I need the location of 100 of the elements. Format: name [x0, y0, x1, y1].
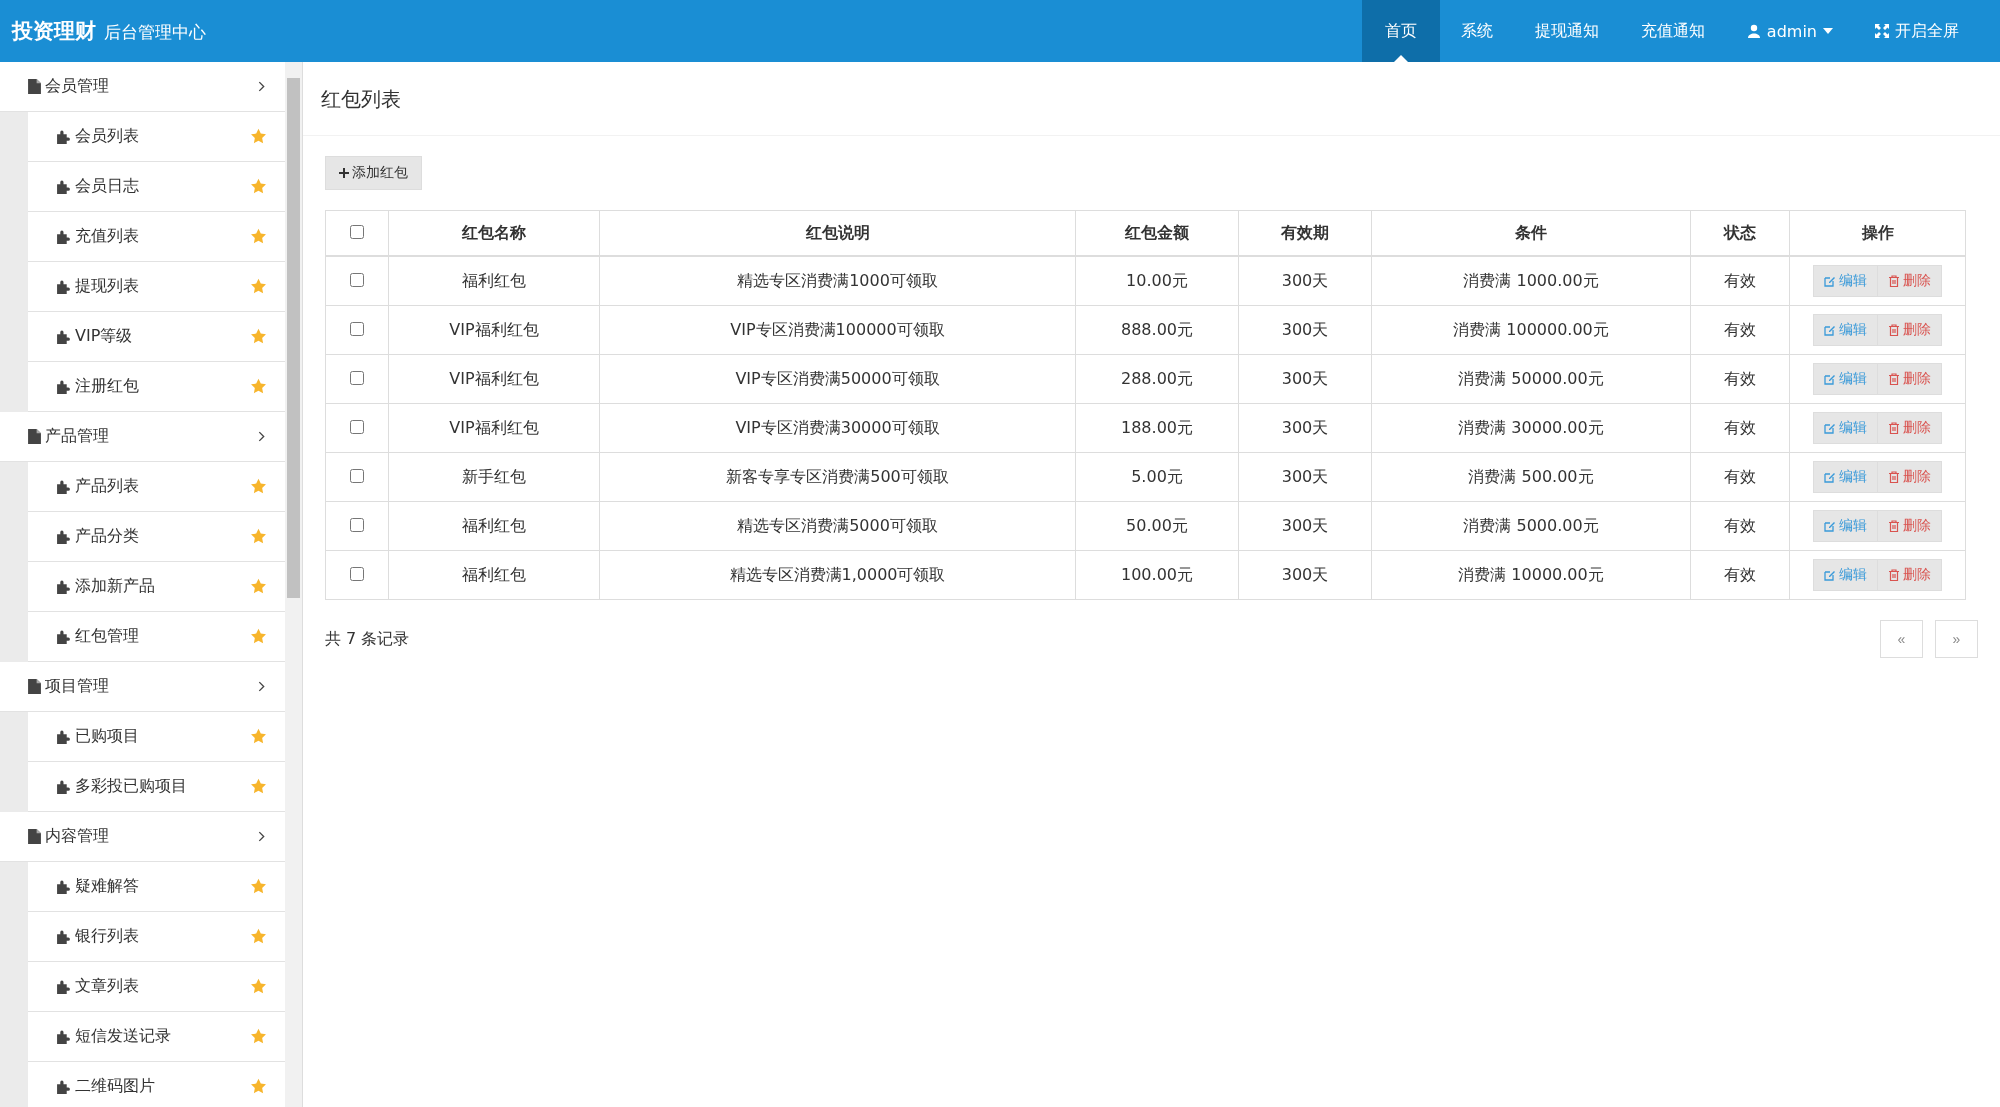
row-checkbox[interactable] [350, 566, 364, 581]
table-cell: 有效 [1724, 319, 1756, 339]
table-cell: 消费满 500.00元 [1468, 466, 1594, 486]
table-cell: 有效 [1724, 368, 1756, 388]
chevron-icon [258, 681, 265, 692]
trash-icon [1888, 422, 1900, 434]
sidebar-group[interactable]: 产品管理 [0, 412, 285, 462]
sidebar-group[interactable]: 项目管理 [0, 662, 285, 712]
table-cell: 300天 [1281, 466, 1329, 486]
row-checkbox[interactable] [350, 517, 364, 532]
sidebar-item[interactable]: 添加新产品 [28, 562, 285, 612]
user-menu[interactable]: admin [1725, 0, 1854, 62]
sidebar-item[interactable]: 充值列表 [28, 212, 285, 262]
sidebar-item[interactable]: VIP等级 [28, 312, 285, 362]
file-icon [28, 829, 41, 844]
puzzle-icon [56, 979, 71, 994]
row-checkbox[interactable] [350, 419, 364, 434]
nav-link[interactable]: 首页 [1361, 0, 1440, 62]
sidebar-group[interactable]: 会员管理 [0, 62, 285, 112]
star-icon [250, 628, 267, 645]
sidebar-item[interactable]: 已购项目 [28, 712, 285, 762]
edit-icon [1824, 275, 1836, 287]
user-icon [1746, 24, 1761, 38]
table-cell: 新手红包 [462, 466, 526, 486]
puzzle-icon [56, 479, 71, 494]
column-header[interactable]: 状态 [1724, 222, 1756, 242]
sidebar-group[interactable]: 内容管理 [0, 812, 285, 862]
table-cell: 消费满 5000.00元 [1463, 515, 1599, 535]
table-cell: VIP专区消费满100000可领取 [730, 319, 945, 339]
sidebar-item[interactable]: 提现列表 [28, 262, 285, 312]
nav-link[interactable]: 系统 [1439, 0, 1514, 62]
table-cell: 300天 [1281, 417, 1329, 437]
column-header[interactable]: 有效期 [1281, 222, 1329, 242]
puzzle-icon [56, 729, 71, 744]
sidebar-item[interactable]: 文章列表 [28, 962, 285, 1012]
sidebar-item[interactable]: 疑难解答 [28, 862, 285, 912]
star-icon [250, 728, 267, 745]
column-header[interactable]: 红包金额 [1125, 222, 1189, 242]
subtitle: 后台管理中心 [104, 21, 206, 44]
table-cell: VIP专区消费满30000可领取 [735, 417, 940, 437]
star-icon [250, 378, 267, 395]
table-cell: 888.00元 [1121, 319, 1193, 339]
next-page-button[interactable]: » [1935, 620, 1978, 658]
sidebar-item[interactable]: 会员日志 [28, 162, 285, 212]
previous-page-button[interactable]: « [1880, 620, 1923, 658]
trash-icon [1888, 324, 1900, 336]
star-icon [250, 228, 267, 245]
star-icon [250, 878, 267, 895]
sidebar-item[interactable]: 红包管理 [28, 612, 285, 662]
puzzle-icon [56, 529, 71, 544]
table-cell: VIP福利红包 [449, 417, 539, 437]
star-icon [250, 128, 267, 145]
table-cell: 有效 [1724, 515, 1756, 535]
table-cell: 188.00元 [1121, 417, 1193, 437]
puzzle-icon [56, 279, 71, 294]
star-icon [250, 778, 267, 795]
table-cell: 福利红包 [462, 564, 526, 584]
sidebar-item[interactable]: 注册红包 [28, 362, 285, 412]
chevron-icon [258, 81, 265, 92]
sidebar-item[interactable]: 银行列表 [28, 912, 285, 962]
table-cell: 消费满 30000.00元 [1458, 417, 1604, 437]
table-cell: 300天 [1281, 270, 1329, 290]
column-header[interactable]: 红包说明 [805, 222, 870, 242]
table-cell: 300天 [1281, 319, 1329, 339]
column-header[interactable]: 红包名称 [462, 222, 526, 242]
nav-link[interactable]: 充值通知 [1619, 0, 1726, 62]
nav-link[interactable]: 提现通知 [1513, 0, 1620, 62]
expand-icon [1875, 24, 1889, 38]
sidebar-item[interactable]: 会员列表 [28, 112, 285, 162]
logo-text: 投资理财 [12, 18, 96, 45]
table-cell: VIP专区消费满50000可领取 [735, 368, 940, 388]
sidebar-item[interactable]: 产品分类 [28, 512, 285, 562]
chevron-icon [258, 831, 265, 842]
sidebar-item[interactable]: 二维码图片 [28, 1062, 285, 1107]
row-checkbox[interactable] [350, 468, 364, 483]
table-cell: 有效 [1724, 270, 1756, 290]
row-checkbox[interactable] [350, 321, 364, 336]
trash-icon [1888, 471, 1900, 483]
record-count: 共 7 条记录 [325, 628, 410, 650]
sidebar-item[interactable]: 产品列表 [28, 462, 285, 512]
star-icon [250, 578, 267, 595]
add-button[interactable]: 添加红包 [325, 156, 422, 190]
sidebar-item[interactable]: 多彩投已购项目 [28, 762, 285, 812]
scrollbar[interactable] [285, 62, 302, 1107]
star-icon [250, 478, 267, 495]
trash-icon [1888, 275, 1900, 287]
edit-icon [1824, 422, 1836, 434]
table-cell: VIP福利红包 [449, 319, 539, 339]
row-checkbox[interactable] [350, 370, 364, 385]
row-checkbox[interactable] [350, 272, 364, 287]
star-icon [250, 528, 267, 545]
column-header[interactable]: 条件 [1515, 222, 1547, 242]
column-header[interactable]: 操作 [1861, 222, 1894, 242]
fullscreen-link[interactable]: 开启全屏 [1854, 0, 1980, 62]
sidebar-item[interactable]: 短信发送记录 [28, 1012, 285, 1062]
edit-icon [1824, 569, 1836, 581]
select-all-checkbox[interactable] [350, 224, 364, 239]
puzzle-icon [56, 1029, 71, 1044]
page-title: 红包列表 [303, 62, 2000, 136]
puzzle-icon [56, 579, 71, 594]
